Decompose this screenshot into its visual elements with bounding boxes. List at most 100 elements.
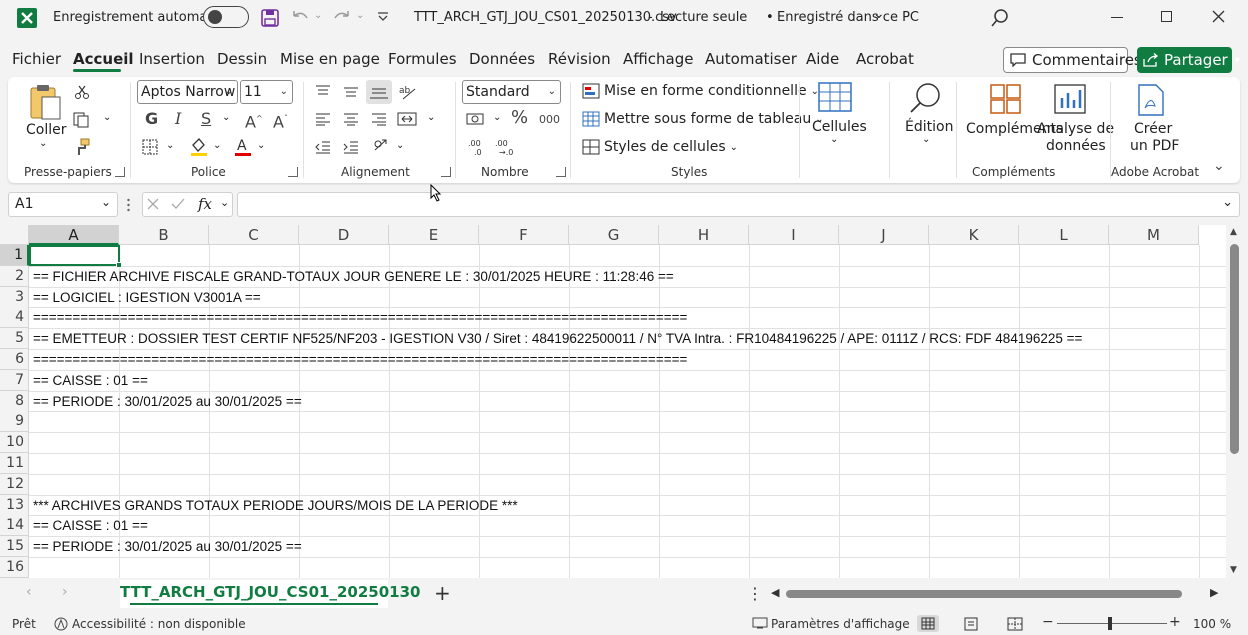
tab-insertion[interactable]: Insertion <box>139 50 205 68</box>
accessibility-icon[interactable] <box>54 617 68 634</box>
accounting-format-icon[interactable] <box>466 111 488 129</box>
data-analysis-label-line2[interactable]: données <box>1046 138 1106 154</box>
clipboard-launcher-icon[interactable] <box>115 167 125 177</box>
cell-a3[interactable]: == LOGICIEL : IGESTION V3001A == <box>33 287 261 308</box>
percent-icon[interactable]: % <box>511 109 528 127</box>
copy-icon[interactable] <box>73 112 91 128</box>
zoom-in-button[interactable]: + <box>1169 614 1181 630</box>
scroll-down-icon[interactable]: ▼ <box>1230 565 1237 575</box>
paste-icon[interactable] <box>28 83 64 123</box>
editing-search-icon[interactable] <box>908 82 942 114</box>
accessibility-status[interactable]: Accessibilité : non disponible <box>72 617 246 631</box>
thousands-separator-icon[interactable]: 000 <box>539 113 560 126</box>
number-launcher-icon[interactable] <box>556 167 566 177</box>
font-name-select[interactable]: Aptos Narrow ⌄ <box>137 80 238 104</box>
cell-a4[interactable]: ========================================… <box>33 307 687 328</box>
insert-function-icon[interactable]: fx <box>198 195 212 213</box>
comments-button[interactable]: Commentaires <box>1003 47 1142 73</box>
name-box[interactable]: A1 ⌄ <box>8 192 118 217</box>
column-header-b[interactable]: B <box>119 225 209 245</box>
confirm-entry-icon[interactable] <box>171 198 185 210</box>
save-icon[interactable] <box>260 8 280 28</box>
format-painter-icon[interactable] <box>73 138 91 156</box>
increase-indent-icon[interactable] <box>342 140 360 154</box>
undo-icon[interactable] <box>290 8 310 28</box>
row-header-13[interactable]: 13 <box>0 494 29 516</box>
row-header-9[interactable]: 9 <box>0 411 29 433</box>
hscroll-left-icon[interactable]: ◀ <box>771 586 779 599</box>
customize-qat-icon[interactable] <box>376 10 390 24</box>
alignment-launcher-icon[interactable] <box>441 167 451 177</box>
function-dropdown-icon[interactable]: ⌄ <box>220 196 229 209</box>
collapse-ribbon-icon[interactable]: ⌄ <box>1213 158 1225 174</box>
row-header-15[interactable]: 15 <box>0 536 29 558</box>
row-header-12[interactable]: 12 <box>0 473 29 495</box>
maximize-icon[interactable] <box>1161 11 1172 22</box>
create-pdf-label-line2[interactable]: un PDF <box>1130 138 1179 154</box>
merge-center-icon[interactable] <box>397 111 417 127</box>
decrease-decimal-icon[interactable]: .00 →.0 <box>493 137 515 157</box>
align-top-icon[interactable] <box>314 84 332 98</box>
orientation-icon[interactable]: ab <box>399 83 417 101</box>
expand-formula-bar-icon[interactable]: ⌄ <box>1222 195 1233 210</box>
tab-revision[interactable]: Révision <box>548 50 611 68</box>
column-header-c[interactable]: C <box>209 225 299 245</box>
row-header-2[interactable]: 2 <box>0 265 29 287</box>
row-header-8[interactable]: 8 <box>0 390 29 412</box>
paste-dropdown-icon[interactable]: ⌄ <box>39 138 47 149</box>
create-pdf-icon[interactable] <box>1137 84 1165 116</box>
cell-a13[interactable]: *** ARCHIVES GRANDS TOTAUX PERIODE JOURS… <box>33 495 518 516</box>
display-settings-label[interactable]: Paramètres d'affichage <box>771 617 910 631</box>
vertical-scrollbar-thumb[interactable] <box>1230 244 1239 454</box>
page-layout-icon[interactable] <box>963 617 979 631</box>
create-pdf-label-line1[interactable]: Créer <box>1134 121 1172 137</box>
saved-state-label[interactable]: Enregistré dans ce PC <box>777 10 919 25</box>
hscroll-right-icon[interactable]: ▶ <box>1210 586 1218 599</box>
align-left-icon[interactable] <box>314 112 332 126</box>
sheet-tab-active[interactable]: TTT_ARCH_GTJ_JOU_CS01_20250130 <box>120 580 420 608</box>
zoom-slider[interactable] <box>1057 623 1167 624</box>
close-icon[interactable] <box>1212 10 1225 23</box>
active-cell-a1[interactable] <box>29 245 122 268</box>
tab-automatiser[interactable]: Automatiser <box>705 50 797 68</box>
cell-a7[interactable]: == CAISSE : 01 == <box>33 370 148 391</box>
share-button[interactable]: Partager ▾ <box>1137 47 1240 73</box>
cells-icon[interactable] <box>818 82 852 112</box>
tab-donnees[interactable]: Données <box>469 50 535 68</box>
column-header-m[interactable]: M <box>1109 225 1199 245</box>
addins-icon[interactable] <box>990 84 1022 114</box>
underline-icon[interactable]: S <box>201 111 211 127</box>
data-analysis-label-line1[interactable]: Analyse de <box>1037 121 1114 137</box>
display-settings-icon[interactable] <box>752 617 768 632</box>
cells-label[interactable]: Cellules <box>812 119 867 135</box>
row-header-11[interactable]: 11 <box>0 453 29 474</box>
number-format-select[interactable]: Standard ⌄ <box>462 80 561 104</box>
increase-font-icon[interactable]: A^ <box>245 111 263 130</box>
tab-affichage[interactable]: Affichage <box>623 50 693 68</box>
tab-dessin[interactable]: Dessin <box>217 50 267 68</box>
wrap-dropdown-icon[interactable]: ⌄ <box>396 140 404 151</box>
cells-dropdown-icon[interactable]: ⌄ <box>830 134 838 145</box>
column-header-h[interactable]: H <box>659 225 749 245</box>
formula-bar-grip-icon[interactable] <box>127 198 130 212</box>
normal-view-button[interactable] <box>917 615 939 632</box>
tab-formules[interactable]: Formules <box>388 50 457 68</box>
zoom-level[interactable]: 100 % <box>1193 617 1231 631</box>
editing-label[interactable]: Édition <box>905 119 953 135</box>
increase-decimal-icon[interactable]: .00.0 <box>466 137 488 157</box>
cancel-entry-icon[interactable] <box>147 198 159 210</box>
font-color-dropdown-icon[interactable]: ⌄ <box>257 140 265 151</box>
tab-acrobat[interactable]: Acrobat <box>856 50 914 68</box>
minimize-icon[interactable] <box>1111 17 1123 18</box>
copy-dropdown-icon[interactable]: ⌄ <box>103 112 111 123</box>
data-analysis-icon[interactable] <box>1054 84 1086 114</box>
align-bottom-button[interactable] <box>366 80 392 104</box>
row-header-5[interactable]: 5 <box>0 328 29 350</box>
row-header-14[interactable]: 14 <box>0 515 29 537</box>
column-header-j[interactable]: J <box>839 225 929 245</box>
fill-color-dropdown-icon[interactable]: ⌄ <box>213 140 221 151</box>
next-sheet-icon[interactable]: › <box>62 584 68 600</box>
zoom-slider-thumb[interactable] <box>1108 617 1112 630</box>
column-header-l[interactable]: L <box>1019 225 1109 245</box>
borders-icon[interactable] <box>142 139 158 155</box>
